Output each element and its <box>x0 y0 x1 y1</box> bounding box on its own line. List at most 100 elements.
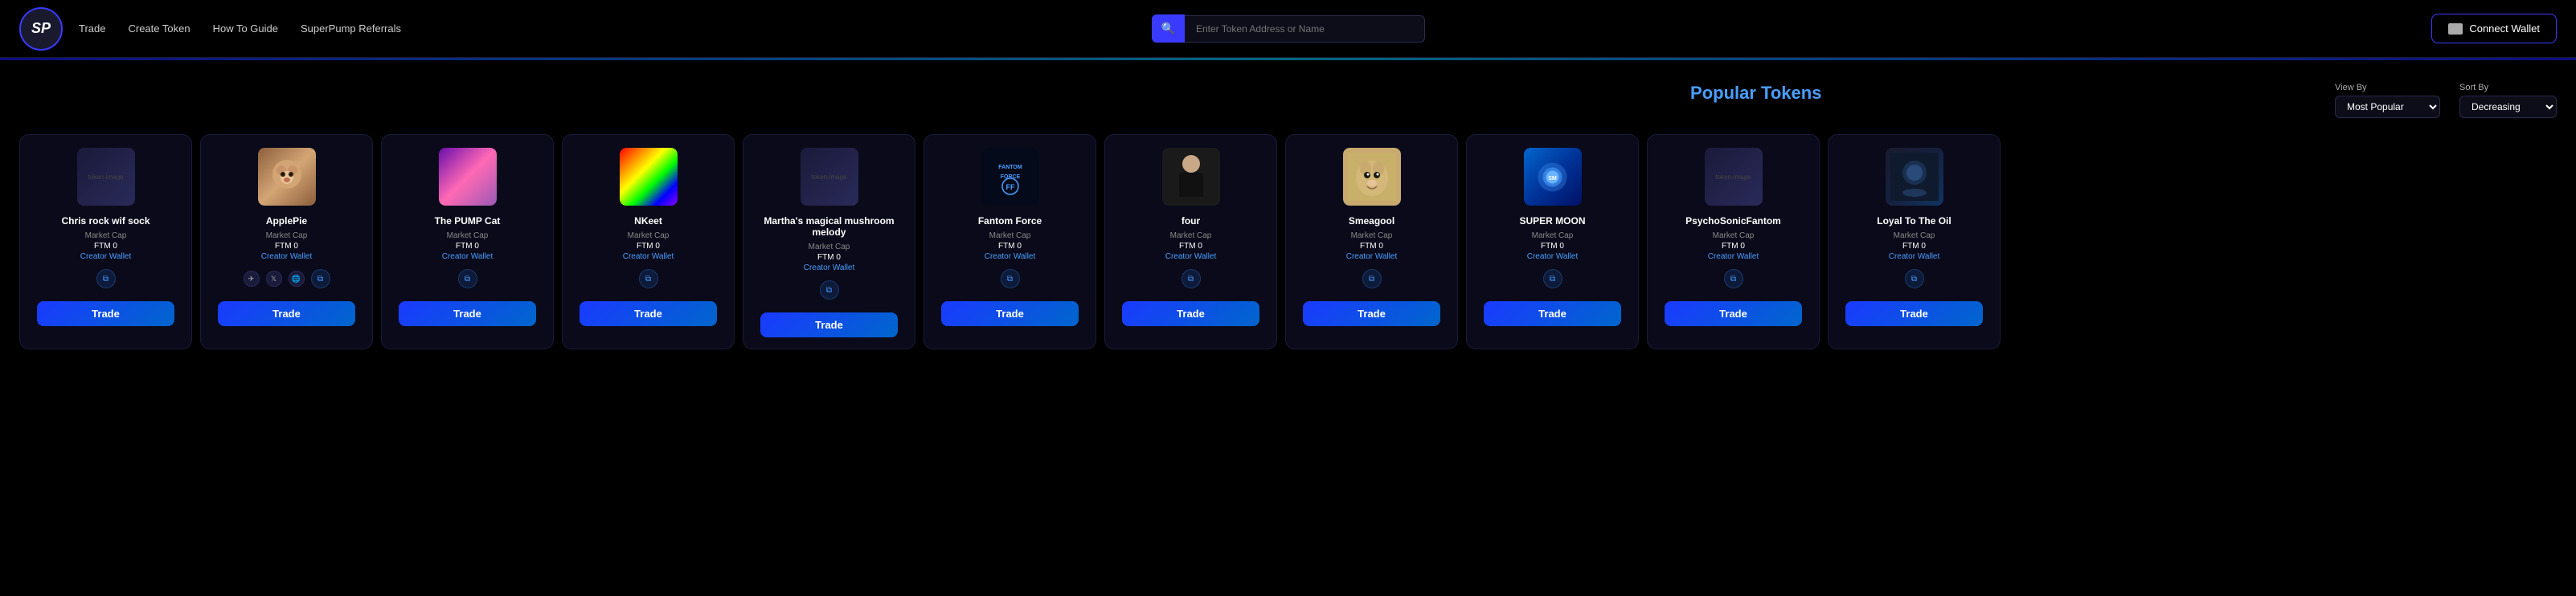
telegram-icon-1[interactable]: ✈ <box>244 271 260 287</box>
market-cap-value-4: FTM 0 <box>817 253 841 262</box>
loyal-oil-image <box>1886 148 1943 206</box>
copy-icon-2[interactable]: ⧉ <box>458 269 477 288</box>
connect-wallet-button[interactable]: Connect Wallet <box>2431 14 2557 43</box>
token-card-applepie: ApplePie Market Cap FTM 0 Creator Wallet… <box>200 134 373 349</box>
trade-button-four[interactable]: Trade <box>1122 301 1259 326</box>
token-stats-psychosonic: Market Cap FTM 0 Creator Wallet <box>1657 231 1809 261</box>
token-image-placeholder: token-image <box>77 148 135 206</box>
market-cap-value-2: FTM 0 <box>456 242 479 251</box>
copy-icon-5[interactable]: ⧉ <box>1001 269 1020 288</box>
token-icons-row-2: ⧉ <box>458 269 477 288</box>
token-name-psychosonic: PsychoSonicFantom <box>1685 215 1781 227</box>
creator-wallet-label-6[interactable]: Creator Wallet <box>1165 252 1217 261</box>
tokens-grid: token-image Chris rock wif sock Market C… <box>19 134 2557 356</box>
creator-wallet-label-1[interactable]: Creator Wallet <box>261 252 313 261</box>
token-name-marthas: Martha's magical mushroom melody <box>753 215 905 238</box>
nkeet-image <box>620 148 678 206</box>
search-icon: 🔍 <box>1161 22 1175 35</box>
token-name-fantom-force: Fantom Force <box>978 215 1042 227</box>
creator-wallet-label-5[interactable]: Creator Wallet <box>985 252 1036 261</box>
trade-button-nkeet[interactable]: Trade <box>579 301 716 326</box>
copy-icon-3[interactable]: ⧉ <box>639 269 658 288</box>
token-image-fantom-force: FANTOM FORCE FF <box>981 148 1039 206</box>
trade-button-chris-rock[interactable]: Trade <box>37 301 174 326</box>
svg-text:SM: SM <box>1548 176 1557 182</box>
twitter-icon-1[interactable]: 𝕏 <box>266 271 282 287</box>
applepie-svg <box>267 157 307 197</box>
token-image-loyal-oil <box>1886 148 1943 206</box>
creator-wallet-label-4[interactable]: Creator Wallet <box>804 263 855 272</box>
person-head <box>1182 155 1200 173</box>
view-by-select[interactable]: Most Popular Newest Trending <box>2335 96 2440 118</box>
token-image-nkeet <box>620 148 678 206</box>
token-stats-four: Market Cap FTM 0 Creator Wallet <box>1115 231 1267 261</box>
market-cap-value-10: FTM 0 <box>1902 242 1926 251</box>
copy-icon-0[interactable]: ⧉ <box>96 269 116 288</box>
token-name-pump-cat: The PUMP Cat <box>435 215 501 227</box>
trade-button-loyal-oil[interactable]: Trade <box>1845 301 1982 326</box>
creator-wallet-label-7[interactable]: Creator Wallet <box>1346 252 1398 261</box>
copy-icon-9[interactable]: ⧉ <box>1724 269 1743 288</box>
trade-button-smeagool[interactable]: Trade <box>1303 301 1440 326</box>
token-stats-chris-rock: Market Cap FTM 0 Creator Wallet <box>30 231 182 261</box>
four-image <box>1162 148 1220 206</box>
market-cap-value-1: FTM 0 <box>275 242 298 251</box>
market-cap-value-0: FTM 0 <box>94 242 117 251</box>
loyal-oil-svg <box>1890 153 1939 201</box>
nav-superpump-referrals[interactable]: SuperPump Referrals <box>301 22 401 35</box>
trade-button-fantom-force[interactable]: Trade <box>941 301 1078 326</box>
trade-button-pump-cat[interactable]: Trade <box>399 301 535 326</box>
nav-how-to-guide[interactable]: How To Guide <box>213 22 278 35</box>
sort-by-select[interactable]: Decreasing Increasing <box>2459 96 2557 118</box>
sort-by-label: Sort By <box>2459 83 2557 92</box>
creator-wallet-label-3[interactable]: Creator Wallet <box>623 252 674 261</box>
copy-icon-8[interactable]: ⧉ <box>1543 269 1562 288</box>
trade-button-marthas[interactable]: Trade <box>760 312 897 337</box>
trade-button-super-moon[interactable]: Trade <box>1484 301 1620 326</box>
globe-icon-1[interactable]: 🌐 <box>289 271 305 287</box>
token-stats-super-moon: Market Cap FTM 0 Creator Wallet <box>1476 231 1628 261</box>
token-stats-marthas: Market Cap FTM 0 Creator Wallet <box>753 243 905 272</box>
creator-wallet-label-10[interactable]: Creator Wallet <box>1889 252 1940 261</box>
copy-icon-7[interactable]: ⧉ <box>1362 269 1382 288</box>
psychosonic-image-placeholder: token-image <box>1705 148 1763 206</box>
trade-button-psychosonic[interactable]: Trade <box>1665 301 1801 326</box>
main-content: Popular Tokens View By Most Popular Newe… <box>0 60 2576 375</box>
svg-text:FORCE: FORCE <box>1000 174 1020 180</box>
search-button[interactable]: 🔍 <box>1152 14 1185 43</box>
creator-wallet-label-9[interactable]: Creator Wallet <box>1708 252 1759 261</box>
creator-wallet-label-8[interactable]: Creator Wallet <box>1527 252 1579 261</box>
trade-button-applepie[interactable]: Trade <box>218 301 354 326</box>
smeagool-image <box>1343 148 1401 206</box>
token-stats-pump-cat: Market Cap FTM 0 Creator Wallet <box>391 231 543 261</box>
navbar-divider <box>0 58 2576 60</box>
token-name-loyal-oil: Loyal To The Oil <box>1877 215 1951 227</box>
market-cap-value-7: FTM 0 <box>1360 242 1383 251</box>
token-icons-row-9: ⧉ <box>1724 269 1743 288</box>
search-input[interactable] <box>1185 15 1425 43</box>
popular-tokens-title: Popular Tokens <box>1177 83 2336 104</box>
nav-trade[interactable]: Trade <box>79 22 105 35</box>
creator-wallet-label-0[interactable]: Creator Wallet <box>80 252 132 261</box>
super-moon-image: SM <box>1524 148 1582 206</box>
token-stats-loyal-oil: Market Cap FTM 0 Creator Wallet <box>1838 231 1990 261</box>
logo-text: SP <box>31 20 51 37</box>
nav-create-token[interactable]: Create Token <box>128 22 190 35</box>
copy-icon-4[interactable]: ⧉ <box>820 280 839 300</box>
logo[interactable]: SP <box>19 7 63 51</box>
token-icons-row-6: ⧉ <box>1182 269 1201 288</box>
market-cap-label-5: Market Cap <box>989 231 1031 240</box>
copy-icon-10[interactable]: ⧉ <box>1905 269 1924 288</box>
creator-wallet-label-2[interactable]: Creator Wallet <box>442 252 493 261</box>
token-stats-applepie: Market Cap FTM 0 Creator Wallet <box>211 231 362 261</box>
person-body <box>1179 173 1203 197</box>
token-icons-row-10: ⧉ <box>1905 269 1924 288</box>
copy-icon-1[interactable]: ⧉ <box>311 269 330 288</box>
token-image-pump-cat <box>439 148 497 206</box>
search-bar: 🔍 <box>1152 14 1425 43</box>
token-image-four <box>1162 148 1220 206</box>
market-cap-value-5: FTM 0 <box>998 242 1022 251</box>
token-image-psychosonic: token-image <box>1705 148 1763 206</box>
copy-icon-6[interactable]: ⧉ <box>1182 269 1201 288</box>
token-name-nkeet: NKeet <box>634 215 662 227</box>
